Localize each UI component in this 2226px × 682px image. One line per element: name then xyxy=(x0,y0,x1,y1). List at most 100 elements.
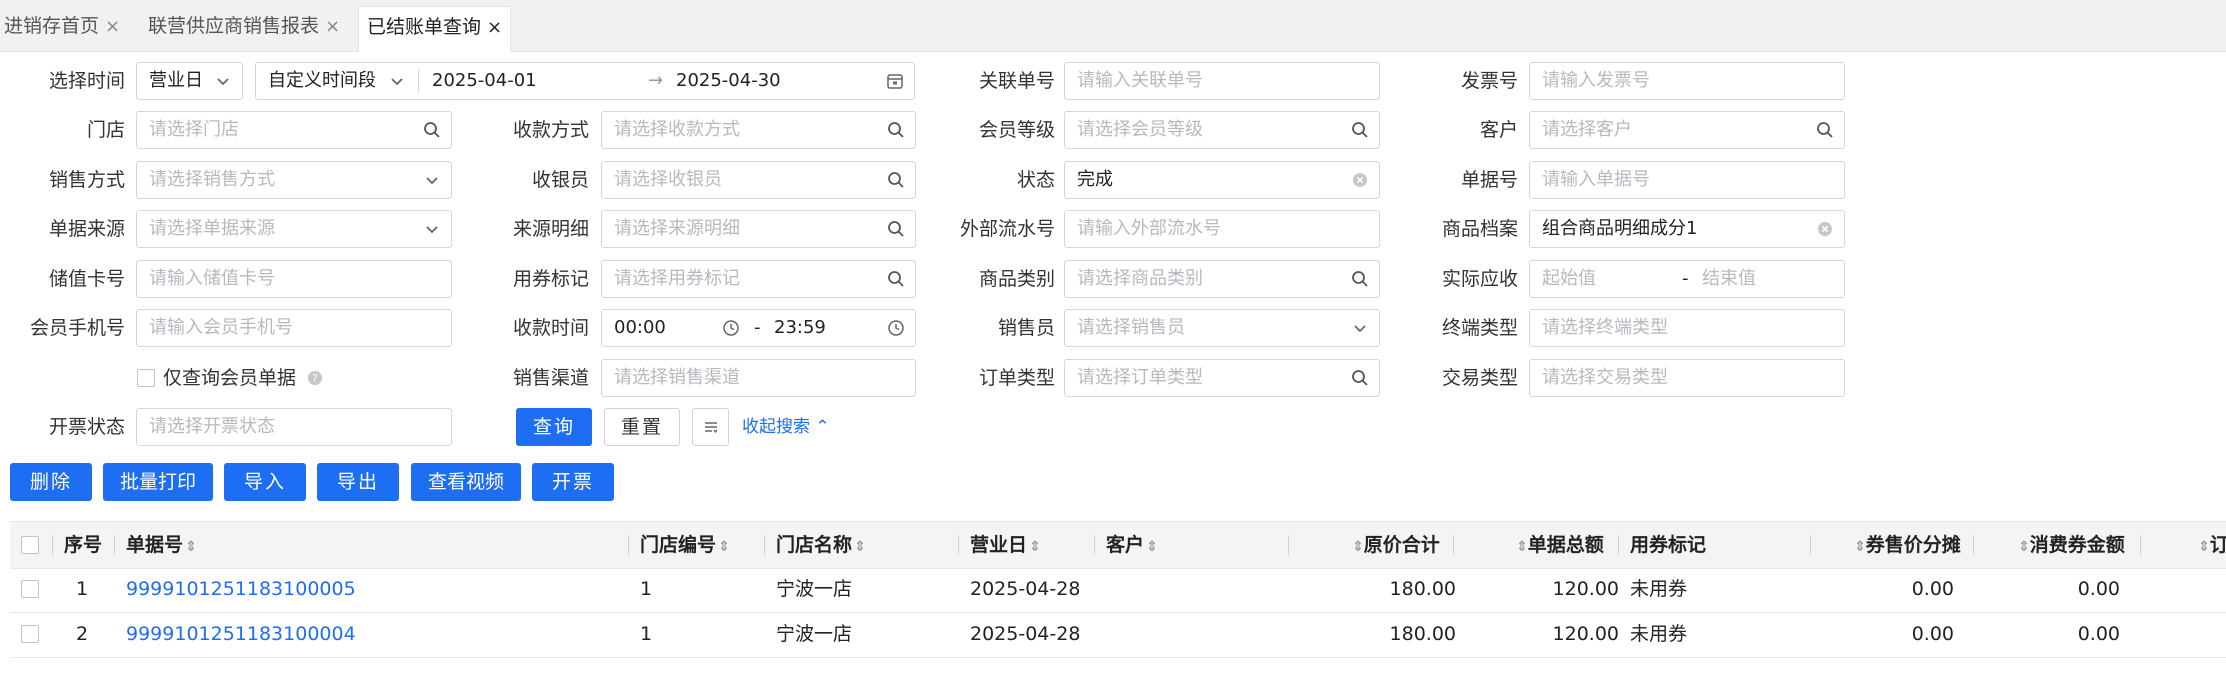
pay-method-label: 收款方式 xyxy=(512,119,589,141)
export-button[interactable]: 导出 xyxy=(317,463,399,501)
time-range-type[interactable]: 自定义时间段 xyxy=(268,63,376,99)
placeholder: 请选择订单类型 xyxy=(1077,367,1203,388)
placeholder: 请输入储值卡号 xyxy=(149,268,275,289)
doc-no-link[interactable]: 9999101251183100005 xyxy=(126,567,356,612)
invoice-no-input[interactable]: 请输入发票号 xyxy=(1529,62,1845,100)
import-button[interactable]: 导入 xyxy=(224,463,306,501)
doc-no-input[interactable]: 请输入单据号 xyxy=(1529,161,1845,199)
channel-input[interactable]: 请选择销售渠道 xyxy=(601,359,916,397)
close-icon[interactable]: × xyxy=(487,17,502,38)
recv-time-end[interactable]: 23:59 xyxy=(774,310,826,346)
stored-card-input[interactable]: 请输入储值卡号 xyxy=(136,260,452,298)
clock-icon xyxy=(888,320,904,336)
date-end[interactable]: 2025-04-30 xyxy=(676,63,781,99)
row-checkbox[interactable] xyxy=(21,625,39,643)
tab-supplier-report[interactable]: 联营供应商销售报表 × xyxy=(148,6,340,46)
member-only-checkbox[interactable] xyxy=(137,369,155,387)
placeholder: 请选择商品类别 xyxy=(1077,268,1203,289)
sale-method-select[interactable]: 请选择销售方式 xyxy=(136,161,452,199)
cell-biz-date: 2025-04-28 xyxy=(970,578,1081,600)
cashier-label: 收银员 xyxy=(531,169,589,191)
sale-method-label: 销售方式 xyxy=(48,169,125,191)
related-no-input[interactable]: 请输入关联单号 xyxy=(1064,62,1380,100)
product-file-select[interactable]: 组合商品明细成分1 xyxy=(1529,210,1845,248)
store-select[interactable]: 请选择门店 xyxy=(136,111,452,149)
col-separator xyxy=(958,535,959,555)
tab-settled-bills[interactable]: 已结账单查询 × xyxy=(358,6,512,52)
invoice-button[interactable]: 开票 xyxy=(532,463,614,501)
col-orig-total[interactable]: ⇕原价合计 xyxy=(1350,522,1440,568)
cell-consume-coupon: 0.00 xyxy=(2077,623,2120,645)
close-icon[interactable]: × xyxy=(105,16,120,37)
placeholder: 请选择客户 xyxy=(1542,119,1632,140)
col-more[interactable]: ⇕订 xyxy=(2196,522,2226,568)
time-dash: - xyxy=(754,317,761,338)
invoice-status-select[interactable]: 请选择开票状态 xyxy=(136,408,452,446)
tab-home[interactable]: 进销存首页 × xyxy=(4,6,120,46)
cell-coupon-share: 0.00 xyxy=(1911,578,1954,600)
query-button[interactable]: 查询 xyxy=(516,408,592,446)
batch-print-button[interactable]: 批量打印 xyxy=(103,463,213,501)
sort-icon: ⇕ xyxy=(854,539,866,555)
table-row[interactable]: 2 9999101251183100004 1 宁波一店 2025-04-28 … xyxy=(10,612,2226,658)
ext-serial-input[interactable]: 请输入外部流水号 xyxy=(1064,210,1380,248)
cell-store-name: 宁波一店 xyxy=(776,623,853,645)
range-min-input[interactable]: 起始值 xyxy=(1542,261,1596,297)
doc-source-select[interactable]: 请选择单据来源 xyxy=(136,210,452,248)
recv-time-range[interactable]: 00:00 - 23:59 xyxy=(601,309,916,347)
clear-icon[interactable] xyxy=(1351,171,1369,189)
col-separator xyxy=(114,535,115,555)
header-label: 消费券金额 xyxy=(2029,534,2125,556)
close-icon[interactable]: × xyxy=(325,16,340,37)
col-separator xyxy=(2140,535,2141,555)
placeholder: 请输入关联单号 xyxy=(1077,70,1203,91)
col-consume-coupon[interactable]: ⇕消费券金额 xyxy=(2016,522,2125,568)
member-level-select[interactable]: 请选择会员等级 xyxy=(1064,111,1380,149)
search-icon xyxy=(1352,271,1368,287)
order-type-select[interactable]: 请选择订单类型 xyxy=(1064,359,1380,397)
col-doc-no[interactable]: 单据号 ⇕ xyxy=(126,522,197,568)
col-seq: 序号 xyxy=(64,534,103,556)
range-max-input[interactable]: 结束值 xyxy=(1702,261,1756,297)
select-all-checkbox[interactable] xyxy=(21,536,39,554)
coupon-mark-select[interactable]: 请选择用券标记 xyxy=(601,260,916,298)
time-type-select[interactable]: 营业日 xyxy=(136,62,243,100)
source-detail-select[interactable]: 请选择来源明细 xyxy=(601,210,916,248)
col-customer[interactable]: 客户 ⇕ xyxy=(1106,522,1158,568)
pay-method-select[interactable]: 请选择收款方式 xyxy=(601,111,916,149)
col-store-code[interactable]: 门店编号 ⇕ xyxy=(640,522,730,568)
status-select[interactable]: 完成 xyxy=(1064,161,1380,199)
cashier-select[interactable]: 请选择收银员 xyxy=(601,161,916,199)
product-cat-select[interactable]: 请选择商品类别 xyxy=(1064,260,1380,298)
delete-button[interactable]: 删除 xyxy=(10,463,92,501)
member-phone-input[interactable]: 请输入会员手机号 xyxy=(136,309,452,347)
salesperson-select[interactable]: 请选择销售员 xyxy=(1064,309,1380,347)
col-separator xyxy=(1094,535,1095,555)
terminal-input[interactable]: 请选择终端类型 xyxy=(1529,309,1845,347)
collapse-search-link[interactable]: 收起搜索 ⌃ xyxy=(742,408,830,446)
cell-coupon-mark: 未用券 xyxy=(1630,578,1688,600)
placeholder: 请输入单据号 xyxy=(1542,169,1650,190)
clear-icon[interactable] xyxy=(1816,220,1834,238)
col-biz-date[interactable]: 营业日 ⇕ xyxy=(970,522,1041,568)
col-doc-total[interactable]: ⇕单据总额 xyxy=(1514,522,1604,568)
cell-doc-total: 120.00 xyxy=(1552,578,1619,600)
reset-button[interactable]: 重置 xyxy=(604,408,680,446)
table-row[interactable]: 1 9999101251183100005 1 宁波一店 2025-04-28 … xyxy=(10,567,2226,613)
trade-type-input[interactable]: 请选择交易类型 xyxy=(1529,359,1845,397)
column-settings-button[interactable] xyxy=(692,408,729,446)
help-icon[interactable]: ? xyxy=(307,370,323,386)
sort-icon: ⇕ xyxy=(1029,539,1041,555)
col-coupon-share[interactable]: ⇕券售价分摊 xyxy=(1852,522,1961,568)
view-video-button[interactable]: 查看视频 xyxy=(411,463,521,501)
date-start[interactable]: 2025-04-01 xyxy=(432,63,537,99)
row-checkbox[interactable] xyxy=(21,580,39,598)
recv-time-start[interactable]: 00:00 xyxy=(614,310,666,346)
col-store-name[interactable]: 门店名称 ⇕ xyxy=(776,522,866,568)
customer-select[interactable]: 请选择客户 xyxy=(1529,111,1845,149)
invoice-no-label: 发票号 xyxy=(1460,70,1518,92)
actual-recv-range[interactable]: 起始值 - 结束值 xyxy=(1529,260,1845,298)
doc-no-link[interactable]: 9999101251183100004 xyxy=(126,612,356,657)
placeholder: 请选择会员等级 xyxy=(1077,119,1203,140)
date-range-picker[interactable]: 自定义时间段 2025-04-01 → 2025-04-30 xyxy=(255,62,915,100)
